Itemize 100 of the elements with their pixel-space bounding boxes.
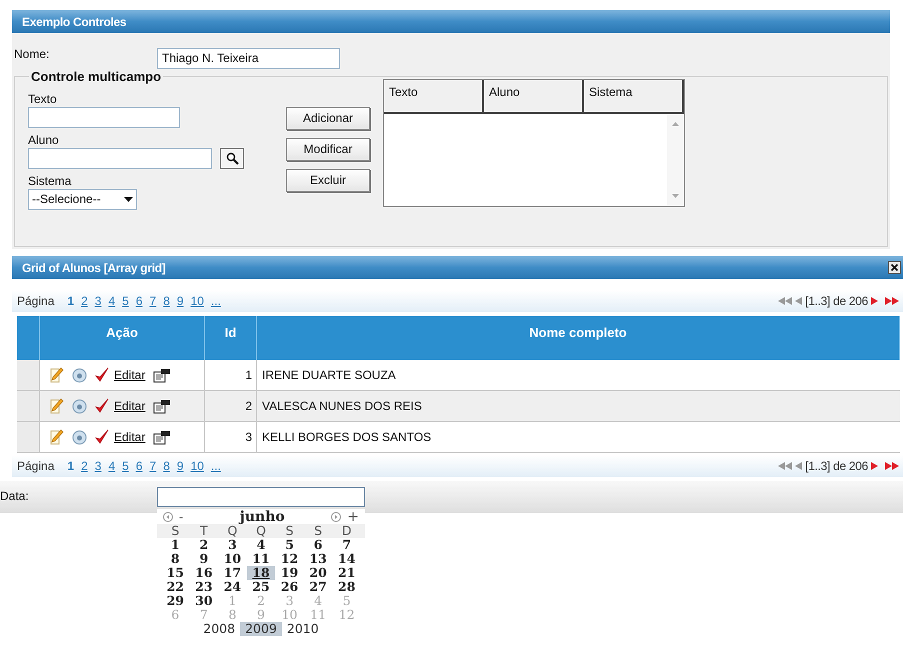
scroll-down-icon[interactable] — [672, 194, 679, 198]
page-link[interactable]: 2 — [81, 457, 88, 475]
previous-page-icon[interactable] — [795, 297, 802, 305]
calendar-day[interactable]: 6 — [304, 538, 332, 552]
calendar-day[interactable]: 13 — [304, 552, 332, 566]
date-field[interactable] — [157, 487, 365, 507]
column-header[interactable]: Texto — [384, 80, 484, 112]
disc-icon[interactable] — [72, 368, 87, 382]
page-link[interactable]: 1 — [67, 292, 74, 310]
calendar-day[interactable]: 28 — [332, 580, 361, 594]
page-link[interactable]: 2 — [81, 292, 88, 310]
input-field[interactable]: Thiago N. Teixeira — [157, 48, 340, 68]
calendar-day[interactable]: 22 — [161, 580, 190, 594]
field-label: Data: — [0, 488, 30, 505]
select-dropdown[interactable]: --Selecione-- — [28, 188, 137, 210]
disc-icon[interactable] — [72, 398, 87, 414]
calendar-day[interactable]: 7 — [332, 538, 361, 552]
page-link[interactable]: 10 — [190, 457, 204, 475]
properties-icon[interactable] — [153, 368, 172, 382]
page-link[interactable]: 5 — [122, 457, 129, 475]
last-page-icon[interactable] — [885, 462, 899, 470]
next-month-icon[interactable] — [331, 512, 342, 522]
action-button[interactable]: Adicionar — [286, 106, 370, 130]
page-link[interactable]: 3 — [94, 457, 102, 475]
pencil-icon[interactable] — [50, 398, 64, 414]
calendar-day[interactable]: 5 — [275, 538, 304, 552]
action-button[interactable]: Excluir — [286, 168, 370, 192]
input-field[interactable] — [28, 106, 180, 128]
properties-icon[interactable] — [153, 430, 172, 444]
year-option[interactable]: 2008 — [198, 622, 240, 636]
action-button[interactable]: Modificar — [286, 138, 370, 160]
page-link[interactable]: ... — [210, 457, 221, 475]
next-page-icon[interactable] — [871, 462, 878, 470]
checkmark-icon[interactable] — [95, 398, 109, 414]
first-page-icon[interactable] — [778, 297, 792, 305]
column-header[interactable]: Aluno — [484, 80, 584, 112]
calendar-day[interactable]: 19 — [275, 566, 304, 580]
disc-icon[interactable] — [72, 430, 87, 444]
calendar-day[interactable]: 27 — [304, 580, 332, 594]
page-link[interactable]: 7 — [150, 457, 156, 475]
page-link[interactable]: 1 — [67, 457, 74, 475]
previous-month-button[interactable]: - — [179, 510, 184, 524]
edit-link[interactable]: Editar — [114, 366, 146, 384]
calendar-day[interactable]: 15 — [161, 566, 190, 580]
calendar-day[interactable]: 16 — [190, 566, 218, 580]
next-page-icon[interactable] — [871, 297, 878, 305]
calendar-day[interactable]: 29 — [161, 594, 190, 608]
pencil-icon[interactable] — [50, 429, 64, 445]
year-option[interactable]: 2009 — [240, 622, 282, 636]
close-icon[interactable] — [888, 261, 901, 274]
previous-page-icon[interactable] — [795, 462, 802, 470]
first-page-icon[interactable] — [778, 462, 792, 470]
page-link[interactable]: 10 — [190, 292, 204, 310]
calendar-day[interactable]: 26 — [275, 580, 304, 594]
column-header[interactable]: Sistema — [584, 80, 684, 112]
calendar-day[interactable]: 2 — [190, 538, 218, 552]
page-link[interactable]: 3 — [94, 292, 102, 310]
pencil-icon[interactable] — [50, 367, 64, 383]
calendar-day[interactable]: 18 — [246, 566, 276, 580]
checkmark-icon[interactable] — [95, 429, 109, 445]
calendar-day[interactable]: 8 — [161, 552, 190, 566]
calendar-day[interactable]: 24 — [218, 580, 247, 594]
page-link[interactable]: ... — [210, 292, 221, 310]
calendar-day[interactable]: 4 — [246, 538, 276, 552]
year-option[interactable]: 2010 — [282, 622, 324, 636]
calendar-day[interactable]: 23 — [190, 580, 218, 594]
page-link[interactable]: 8 — [163, 457, 170, 475]
calendar-day[interactable]: 17 — [218, 566, 247, 580]
panel-title: Exemplo Controles — [22, 14, 126, 30]
calendar-day[interactable]: 11 — [246, 552, 276, 566]
calendar-day[interactable]: 20 — [304, 566, 332, 580]
edit-link[interactable]: Editar — [114, 428, 146, 446]
calendar-day[interactable]: 30 — [190, 594, 218, 608]
calendar-day[interactable]: 25 — [246, 580, 276, 594]
properties-icon[interactable] — [153, 398, 172, 414]
calendar-day[interactable]: 21 — [332, 566, 361, 580]
page-link[interactable]: 4 — [108, 292, 116, 310]
last-page-icon[interactable] — [885, 297, 899, 305]
checkmark-icon[interactable] — [95, 367, 109, 383]
page-link[interactable]: 4 — [108, 457, 116, 475]
search-button[interactable] — [220, 148, 244, 168]
input-field[interactable] — [28, 148, 212, 168]
scroll-up-icon[interactable] — [672, 122, 679, 126]
page-link[interactable]: 6 — [136, 292, 142, 310]
calendar-day[interactable]: 9 — [190, 552, 218, 566]
previous-month-icon[interactable] — [163, 512, 173, 522]
calendar-day[interactable]: 14 — [332, 552, 361, 566]
page-link[interactable]: 9 — [176, 457, 184, 475]
calendar-day[interactable]: 12 — [275, 552, 304, 566]
calendar-day[interactable]: 1 — [161, 538, 190, 552]
page-link[interactable]: 8 — [163, 292, 170, 310]
next-month-button[interactable]: + — [347, 510, 359, 524]
page-link[interactable]: 7 — [150, 292, 156, 310]
page-link[interactable]: 5 — [122, 292, 129, 310]
calendar-day[interactable]: 3 — [218, 538, 247, 552]
page-link[interactable]: 9 — [176, 292, 184, 310]
page-link[interactable]: 6 — [136, 457, 142, 475]
edit-link[interactable]: Editar — [114, 397, 146, 415]
scroll-bar[interactable] — [667, 114, 684, 206]
calendar-day[interactable]: 10 — [218, 552, 247, 566]
